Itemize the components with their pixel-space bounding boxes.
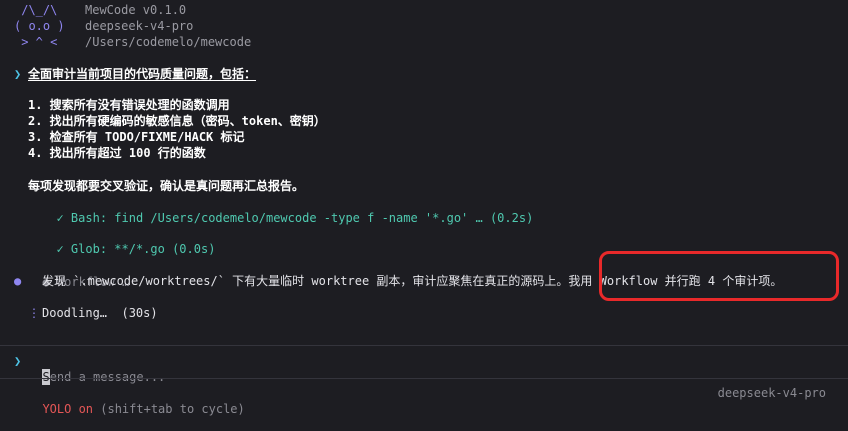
prompt-caret-icon: ❯ — [14, 67, 22, 81]
tool-call-text: Glob: **/*.go (0.0s) — [70, 242, 216, 256]
message-input[interactable]: Send a message... — [28, 353, 165, 385]
assistant-dot-icon: ● — [14, 274, 22, 288]
logo-line-1: /\_/\ — [14, 3, 58, 17]
model-name: deepseek-v4-pro — [85, 19, 194, 33]
prompt-item-3: 3. 检查所有 TODO/FIXME/HACK 标记 — [28, 130, 245, 144]
prompt-footer: 每项发现都要交叉验证，确认是真问题再汇总报告。 — [28, 179, 305, 193]
working-directory: /Users/codemelo/mewcode — [85, 35, 252, 49]
spinner-icon: ⋮ — [28, 306, 40, 320]
tool-call-glob: ✓ Glob: **/*.go (0.0s) — [42, 225, 215, 257]
logo-line-2: ( o.o ) — [14, 19, 65, 33]
footer-model-name: deepseek-v4-pro — [717, 386, 826, 400]
text-cursor: S — [42, 369, 50, 385]
assistant-message: 发现 `.mewcode/worktrees/` 下有大量临时 worktree… — [42, 274, 783, 288]
logo-line-3: > ^ < — [14, 35, 58, 49]
prompt-item-4: 4. 找出所有超过 100 行的函数 — [28, 146, 206, 160]
check-icon: ✓ — [56, 242, 64, 256]
input-divider-top — [0, 345, 848, 346]
check-icon: ✓ — [56, 211, 64, 225]
prompt-title: 全面审计当前项目的代码质量问题，包括： — [28, 67, 257, 81]
tool-call-bash: ✓ Bash: find /Users/codemelo/mewcode -ty… — [42, 194, 533, 226]
input-divider-bottom — [0, 378, 848, 379]
prompt-item-2: 2. 找出所有硬编码的敏感信息（密码、token、密钥） — [28, 114, 326, 128]
mode-hint: (shift+tab to cycle) — [93, 402, 245, 416]
prompt-item-1: 1. 搜索所有没有错误处理的函数调用 — [28, 98, 230, 112]
input-caret-icon: ❯ — [14, 354, 22, 368]
input-placeholder: end a message... — [49, 370, 166, 384]
yolo-status: YOLO on — [42, 402, 94, 416]
status-text: Doodling… (30s) — [42, 306, 158, 320]
tool-call-text: Bash: find /Users/codemelo/mewcode -type… — [70, 211, 534, 225]
mode-indicator: YOLO on (shift+tab to cycle) — [28, 385, 245, 417]
app-version: MewCode v0.1.0 — [85, 3, 187, 17]
